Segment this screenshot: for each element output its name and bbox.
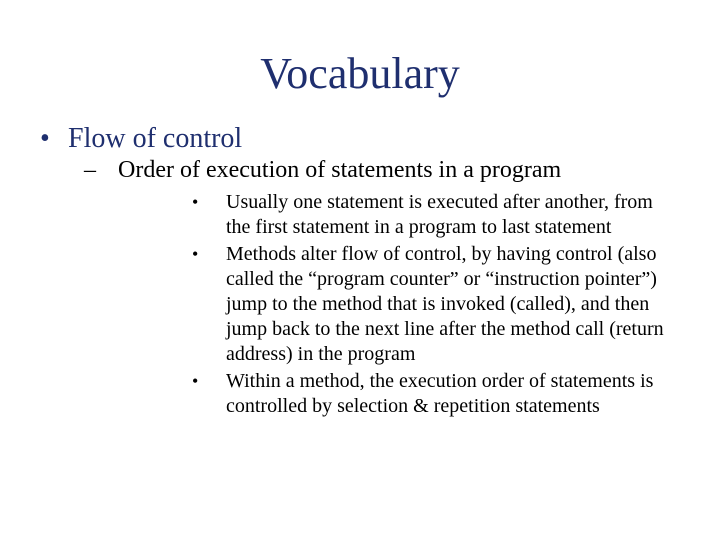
bullet-icon: • — [192, 191, 226, 214]
slide: Vocabulary • Flow of control – Order of … — [0, 0, 720, 540]
list-item: • Usually one statement is executed afte… — [192, 190, 680, 240]
bullet-icon: • — [192, 243, 226, 266]
list-item: • Methods alter flow of control, by havi… — [192, 242, 680, 367]
slide-title: Vocabulary — [40, 48, 680, 99]
level3-list: • Usually one statement is executed afte… — [192, 190, 680, 419]
level1-text: Flow of control — [68, 123, 242, 155]
list-row: • Flow of control — [40, 123, 680, 155]
level3-text: Within a method, the execution order of … — [226, 369, 680, 419]
level3-text: Methods alter flow of control, by having… — [226, 242, 680, 367]
list-row: – Order of execution of statements in a … — [84, 157, 680, 184]
list-item: • Within a method, the execution order o… — [192, 369, 680, 419]
dash-icon: – — [84, 157, 118, 184]
level2-text: Order of execution of statements in a pr… — [118, 157, 561, 184]
bullet-icon: • — [192, 370, 226, 393]
level1-item: • Flow of control – Order of execution o… — [40, 123, 680, 419]
level3-text: Usually one statement is executed after … — [226, 190, 680, 240]
bullet-icon: • — [40, 123, 68, 155]
level2-item: – Order of execution of statements in a … — [84, 157, 680, 419]
